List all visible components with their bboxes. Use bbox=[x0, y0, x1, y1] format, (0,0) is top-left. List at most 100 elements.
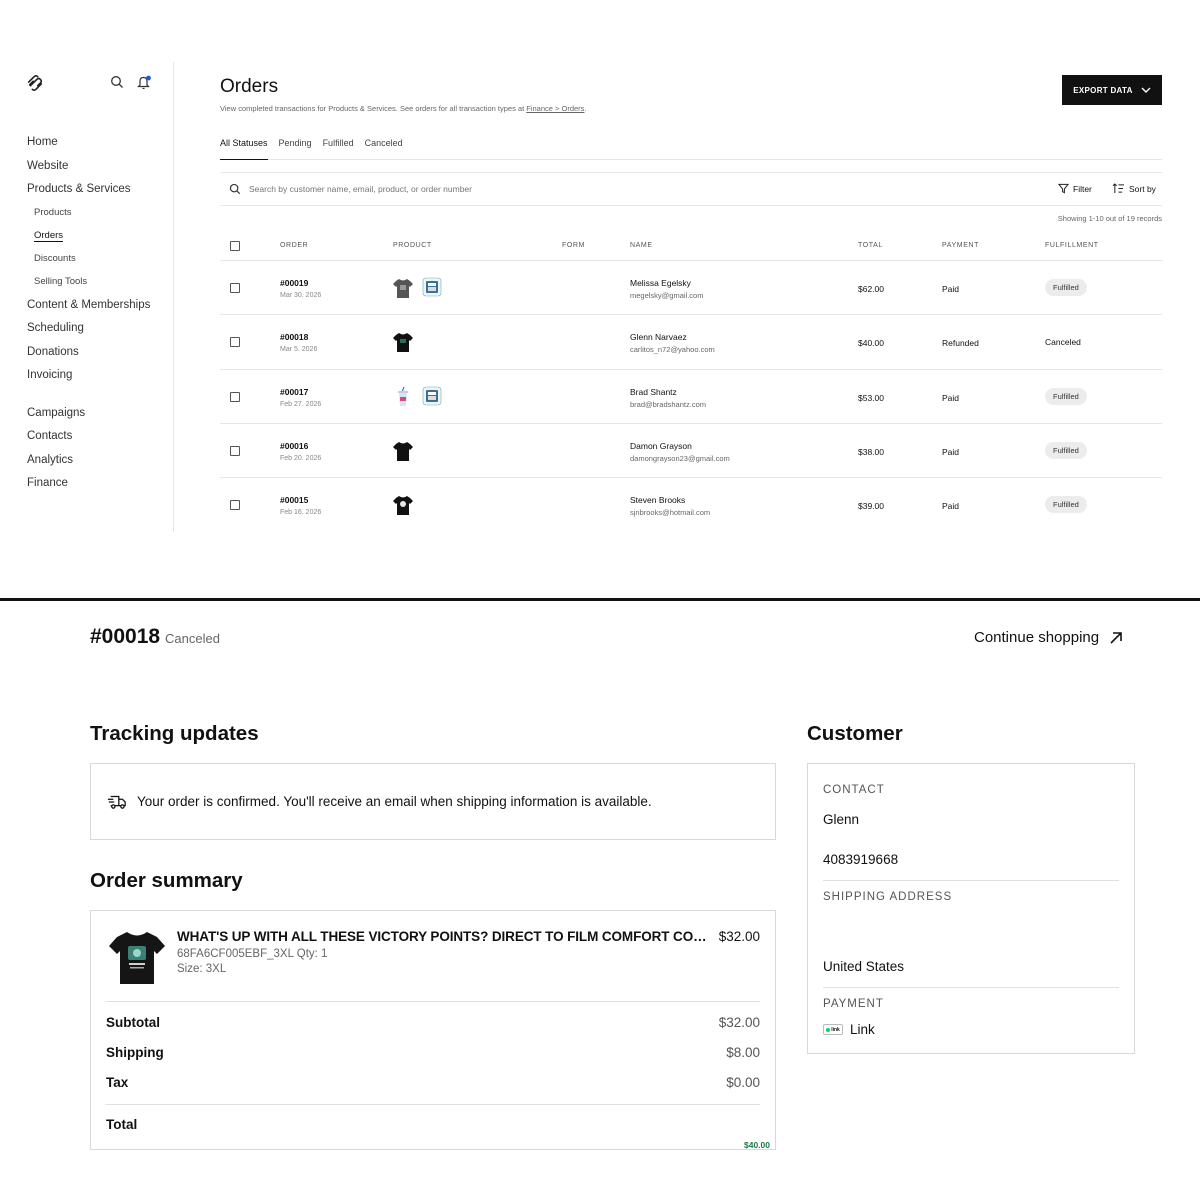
nav-campaigns[interactable]: Campaigns bbox=[27, 405, 150, 429]
order-date: Mar 30, 2026 bbox=[280, 292, 322, 297]
black-tshirt-product-image bbox=[109, 932, 165, 984]
order-number: #00016 bbox=[280, 440, 309, 451]
page-description: View completed transactions for Products… bbox=[220, 104, 587, 113]
table-row[interactable]: #00017 Feb 27, 2026 Brad Shantz brad@bra… bbox=[220, 370, 1162, 424]
order-number: #00018 bbox=[280, 332, 309, 343]
select-all-checkbox[interactable] bbox=[230, 241, 240, 251]
order-summary-box: WHAT'S UP WITH ALL THESE VICTORY POINTS?… bbox=[90, 910, 776, 1150]
nav-scheduling[interactable]: Scheduling bbox=[27, 320, 150, 344]
black-tshirt-thumbnail-icon bbox=[393, 333, 413, 353]
nav-donations[interactable]: Donations bbox=[27, 344, 150, 368]
order-detail-page: #00018 Canceled Continue shopping Tracki… bbox=[0, 601, 1200, 1200]
filter-button[interactable]: Filter bbox=[1058, 183, 1092, 194]
summary-divider bbox=[106, 1001, 760, 1002]
nav-finance[interactable]: Finance bbox=[27, 475, 150, 499]
customer-email: brad@bradshantz.com bbox=[630, 399, 706, 409]
customer-name: Steven Brooks bbox=[630, 495, 686, 506]
fulfillment-badge: Fulfilled bbox=[1045, 441, 1087, 459]
sort-by-button[interactable]: Sort by bbox=[1112, 183, 1156, 194]
nav-orders[interactable]: Orders bbox=[27, 228, 150, 251]
nav-products-services[interactable]: Products & Services bbox=[27, 181, 150, 205]
payment-label: PAYMENT bbox=[823, 998, 884, 1010]
status-tabs: All Statuses Pending Fulfilled Canceled bbox=[220, 138, 1162, 160]
column-order[interactable]: ORDER bbox=[280, 242, 308, 249]
fulfillment-badge: Fulfilled bbox=[1045, 387, 1087, 405]
customer-name: Melissa Egelsky bbox=[630, 278, 691, 288]
product-thumbnails bbox=[392, 331, 414, 353]
row-checkbox[interactable] bbox=[230, 337, 240, 348]
order-date: Feb 27, 2026 bbox=[280, 400, 322, 406]
tab-fulfilled[interactable]: Fulfilled bbox=[323, 138, 354, 160]
nav-products[interactable]: Products bbox=[27, 205, 150, 228]
nav-analytics[interactable]: Analytics bbox=[27, 452, 150, 476]
nav-selling-tools[interactable]: Selling Tools bbox=[27, 274, 150, 297]
nav-home[interactable]: Home bbox=[27, 134, 150, 158]
row-checkbox[interactable] bbox=[230, 445, 240, 456]
customer-name: Glenn Narvaez bbox=[630, 332, 687, 343]
product-thumbnails bbox=[392, 386, 442, 408]
tracking-heading: Tracking updates bbox=[90, 722, 259, 745]
row-checkbox[interactable] bbox=[230, 283, 240, 293]
order-number: #00019 bbox=[280, 278, 309, 288]
shipping-row: Shipping $8.00 bbox=[106, 1045, 760, 1060]
customer-divider bbox=[823, 987, 1119, 988]
order-date: Feb 16, 2026 bbox=[280, 509, 322, 515]
table-header: ORDER PRODUCT FORM NAME TOTAL PAYMENT FU… bbox=[220, 232, 1162, 261]
link-payment-icon: link bbox=[823, 1024, 843, 1035]
customer-email: megelsky@gmail.com bbox=[630, 291, 704, 300]
contact-label: CONTACT bbox=[823, 784, 885, 796]
product-thumbnails bbox=[392, 440, 414, 462]
chevron-down-icon bbox=[1141, 87, 1151, 93]
column-name[interactable]: NAME bbox=[630, 242, 653, 249]
contact-name: Glenn bbox=[823, 812, 860, 827]
tab-pending[interactable]: Pending bbox=[279, 138, 312, 160]
nav-content-memberships[interactable]: Content & Memberships bbox=[27, 297, 150, 321]
orders-search-input[interactable] bbox=[249, 184, 849, 194]
tab-canceled[interactable]: Canceled bbox=[365, 138, 403, 160]
order-total: $38.00 bbox=[858, 446, 884, 457]
orders-table: ORDER PRODUCT FORM NAME TOTAL PAYMENT FU… bbox=[220, 232, 1162, 532]
table-row[interactable]: #00016 Feb 20, 2026 Damon Grayson damong… bbox=[220, 424, 1162, 479]
row-checkbox[interactable] bbox=[230, 500, 240, 511]
nav-website[interactable]: Website bbox=[27, 158, 150, 182]
sticker-thumbnail-icon bbox=[422, 277, 442, 297]
order-total: $53.00 bbox=[858, 392, 884, 403]
order-summary-heading: Order summary bbox=[90, 869, 243, 892]
customer-email: damongrayson23@gmail.com bbox=[630, 453, 730, 463]
row-checkbox[interactable] bbox=[230, 391, 240, 402]
payment-method: link Link bbox=[823, 1022, 875, 1037]
table-row[interactable]: #00018 Mar 5, 2026 Glenn Narvaez carlito… bbox=[220, 315, 1162, 370]
search-icon[interactable] bbox=[110, 75, 124, 89]
table-row[interactable]: #00019 Mar 30, 2026 Melissa Egelsky mege… bbox=[220, 261, 1162, 316]
payment-status: Paid bbox=[942, 392, 960, 403]
bell-icon[interactable] bbox=[136, 74, 152, 90]
nav-discounts[interactable]: Discounts bbox=[27, 251, 150, 274]
order-number: #00015 bbox=[280, 495, 309, 506]
export-data-button[interactable]: EXPORT DATA bbox=[1062, 75, 1162, 105]
order-date: Feb 20, 2026 bbox=[280, 454, 322, 460]
table-row[interactable]: #00015 Feb 16, 2026 Steven Brooks sjnbro… bbox=[220, 478, 1162, 532]
orders-dashboard: Home Website Products & Services Product… bbox=[0, 0, 1200, 598]
nav-invoicing[interactable]: Invoicing bbox=[27, 367, 150, 391]
column-total[interactable]: TOTAL bbox=[858, 242, 883, 249]
tax-row: Tax $0.00 bbox=[106, 1075, 760, 1090]
customer-email: sjnbrooks@hotmail.com bbox=[630, 508, 711, 518]
sticker-thumbnail-icon bbox=[422, 386, 442, 405]
sort-icon bbox=[1112, 183, 1124, 194]
shipping-country: United States bbox=[823, 959, 905, 974]
finance-orders-link[interactable]: Finance > Orders bbox=[526, 104, 584, 113]
search-icon bbox=[229, 183, 241, 195]
item-size: Size: 3XL bbox=[177, 963, 227, 975]
payment-status: Paid bbox=[942, 284, 960, 294]
continue-shopping-link[interactable]: Continue shopping bbox=[974, 629, 1123, 646]
tab-all-statuses[interactable]: All Statuses bbox=[220, 138, 268, 160]
notification-dot bbox=[146, 75, 151, 81]
order-total: $62.00 bbox=[858, 284, 884, 294]
order-status: Canceled bbox=[165, 631, 220, 646]
orders-search-bar: Filter Sort by bbox=[220, 172, 1162, 206]
customer-box: CONTACT Glenn 4083919668 SHIPPING ADDRES… bbox=[807, 763, 1135, 1054]
nav-contacts[interactable]: Contacts bbox=[27, 428, 150, 452]
item-title: WHAT'S UP WITH ALL THESE VICTORY POINTS?… bbox=[177, 929, 707, 944]
subtotal-row: Subtotal $32.00 bbox=[106, 1015, 760, 1030]
squarespace-logo-icon[interactable] bbox=[26, 74, 44, 92]
